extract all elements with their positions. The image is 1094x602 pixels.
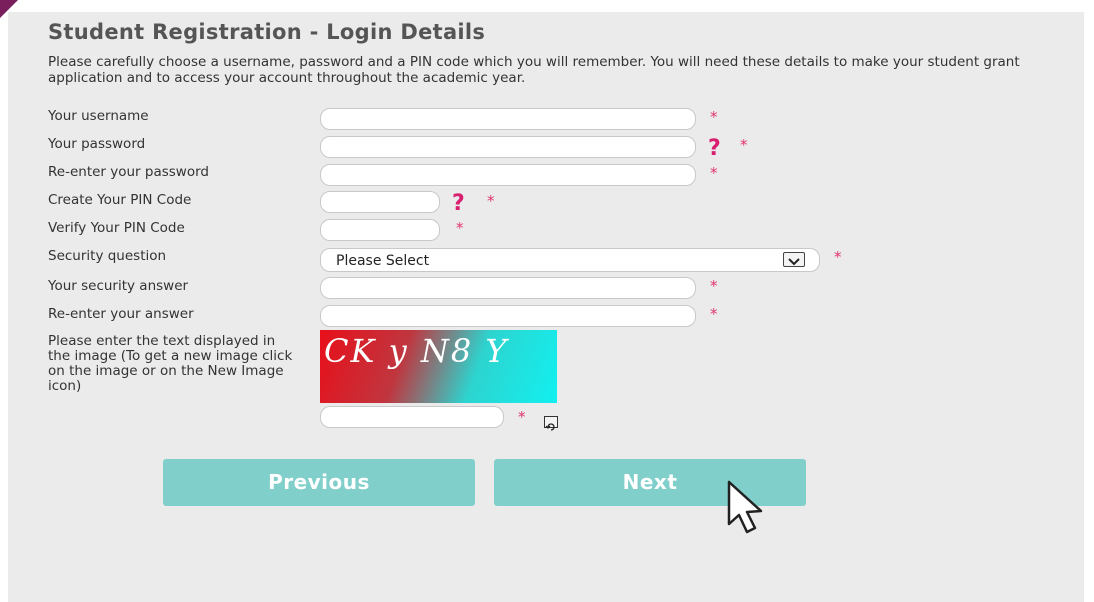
- reenter-answer-input[interactable]: [320, 305, 696, 327]
- captcha-required-marker: *: [518, 408, 526, 426]
- captcha-image[interactable]: CK y N8 Y: [320, 330, 557, 403]
- intro-text: Please carefully choose a username, pass…: [48, 54, 1020, 86]
- security-question-required-marker: *: [834, 248, 842, 266]
- verify-pin-input[interactable]: [320, 219, 440, 241]
- previous-button[interactable]: Previous: [163, 459, 475, 506]
- create-pin-label: Create Your PIN Code: [48, 192, 192, 208]
- security-answer-label: Your security answer: [48, 278, 189, 294]
- password-label: Your password: [48, 136, 146, 152]
- security-question-value: Please Select: [336, 253, 430, 269]
- verify-pin-required-marker: *: [456, 219, 464, 237]
- password-required-marker: *: [740, 136, 748, 154]
- create-pin-required-marker: *: [487, 192, 495, 210]
- security-question-select[interactable]: Please Select: [320, 248, 820, 272]
- password-help-icon[interactable]: ?: [708, 138, 721, 160]
- reenter-password-input[interactable]: [320, 164, 696, 186]
- captcha-label: Please enter the text displayed in the i…: [48, 333, 293, 394]
- security-answer-required-marker: *: [710, 277, 718, 295]
- reenter-password-required-marker: *: [710, 164, 718, 182]
- pointer-cursor-icon: [726, 480, 766, 540]
- refresh-icon[interactable]: [544, 416, 558, 431]
- security-question-label: Security question: [48, 248, 167, 264]
- reenter-answer-required-marker: *: [710, 305, 718, 323]
- chevron-down-icon[interactable]: [783, 252, 805, 267]
- captcha-image-text: CK y N8 Y: [324, 332, 509, 370]
- password-input[interactable]: [320, 136, 696, 158]
- username-label: Your username: [48, 108, 149, 124]
- page-title: Student Registration - Login Details: [48, 20, 486, 44]
- reenter-answer-label: Re-enter your answer: [48, 306, 194, 322]
- verify-pin-label: Verify Your PIN Code: [48, 220, 185, 236]
- username-input[interactable]: [320, 108, 696, 130]
- username-required-marker: *: [710, 108, 718, 126]
- create-pin-input[interactable]: [320, 191, 440, 213]
- reenter-password-label: Re-enter your password: [48, 164, 209, 180]
- captcha-input[interactable]: [320, 406, 504, 428]
- pin-help-icon[interactable]: ?: [452, 193, 465, 215]
- security-answer-input[interactable]: [320, 277, 696, 299]
